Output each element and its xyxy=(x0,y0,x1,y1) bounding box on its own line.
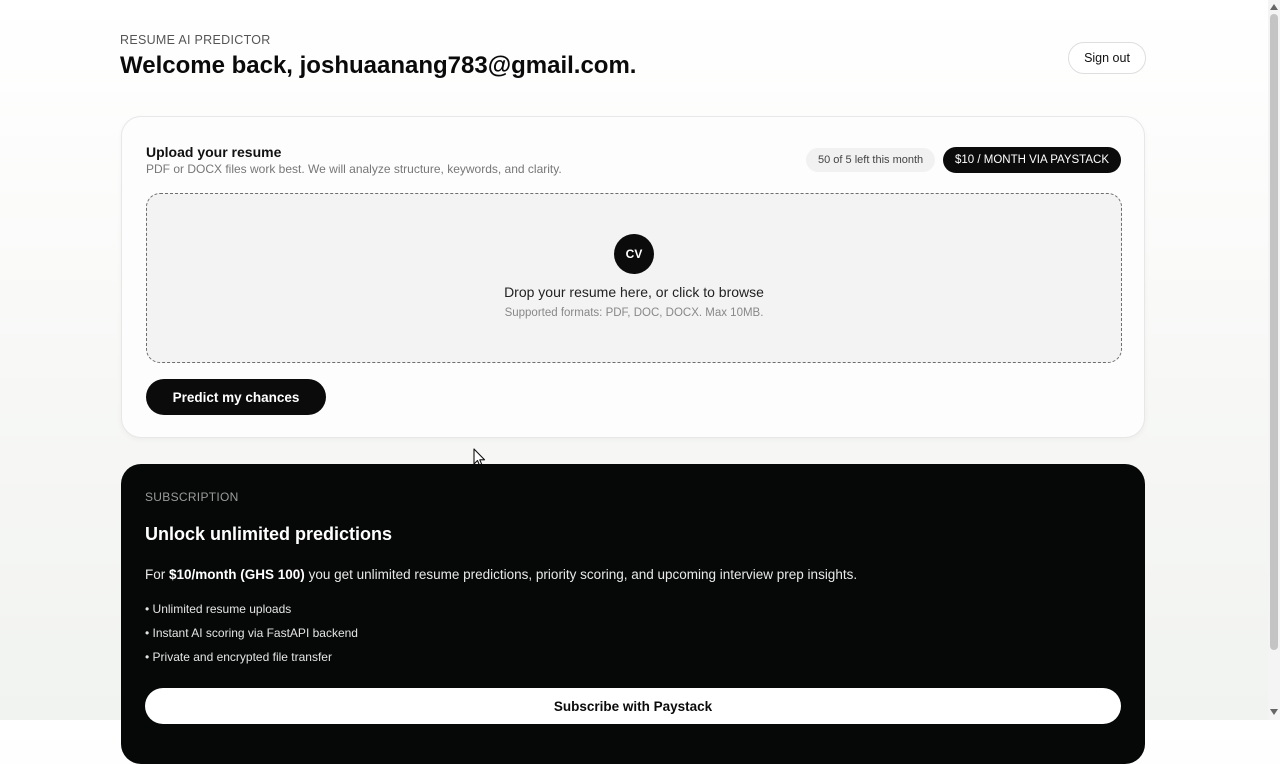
dropzone-label: Drop your resume here, or click to brows… xyxy=(504,284,764,300)
scrollbar-thumb[interactable] xyxy=(1270,14,1278,650)
upload-subtitle: PDF or DOCX files work best. We will ana… xyxy=(146,162,562,176)
subscription-title: Unlock unlimited predictions xyxy=(145,524,393,544)
quota-badge: 50 of 5 left this month xyxy=(806,148,936,172)
benefit-item: • Unlimited resume uploads xyxy=(145,602,292,616)
subscription-description: For $10/month (GHS 100) you get unlimite… xyxy=(145,567,857,582)
app-eyebrow: RESUME AI PREDICTOR xyxy=(120,33,271,47)
scroll-up-arrow-icon[interactable] xyxy=(1270,4,1278,10)
upload-title: Upload your resume xyxy=(146,144,282,160)
dropzone-formats: Supported formats: PDF, DOC, DOCX. Max 1… xyxy=(504,307,764,319)
page-title: Welcome back, joshuaanang783@gmail.com. xyxy=(120,52,637,79)
benefit-item: • Instant AI scoring via FastAPI backend xyxy=(145,626,358,640)
benefit-item: • Private and encrypted file transfer xyxy=(145,650,332,664)
description-prefix: For xyxy=(145,567,170,582)
description-suffix: you get unlimited resume predictions, pr… xyxy=(304,567,858,582)
scrollbar[interactable] xyxy=(1268,0,1280,720)
subscription-eyebrow: SUBSCRIPTION xyxy=(145,490,239,504)
upload-card: Upload your resume PDF or DOCX files wor… xyxy=(121,116,1145,438)
predict-button[interactable]: Predict my chances xyxy=(146,379,326,415)
scroll-down-arrow-icon[interactable] xyxy=(1270,709,1278,715)
resume-dropzone[interactable]: CV Drop your resume here, or click to br… xyxy=(146,193,1122,363)
subscribe-button[interactable]: Subscribe with Paystack xyxy=(145,688,1121,724)
price-badge: $10 / MONTH VIA PAYSTACK xyxy=(943,147,1121,173)
subscription-card: SUBSCRIPTION Unlock unlimited prediction… xyxy=(121,464,1145,764)
cv-icon: CV xyxy=(614,234,654,274)
price-text: $10/month (GHS 100) xyxy=(169,567,305,582)
sign-out-button[interactable]: Sign out xyxy=(1068,42,1146,74)
